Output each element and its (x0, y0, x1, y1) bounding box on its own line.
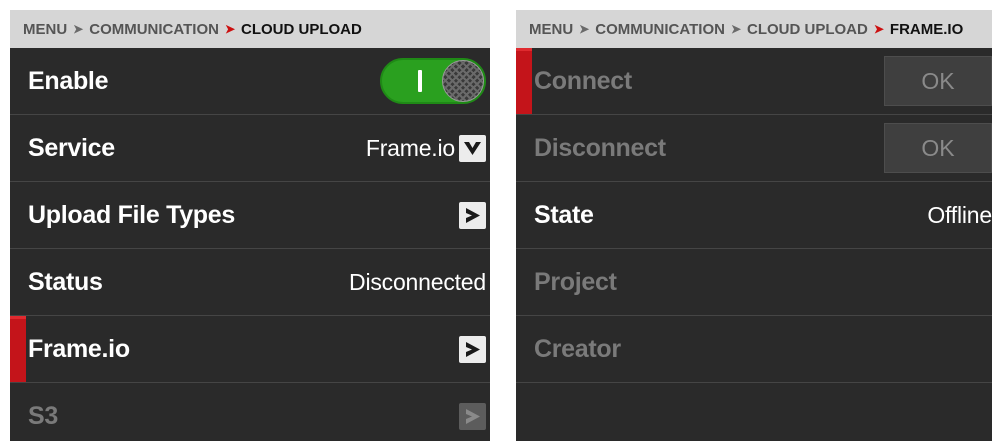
creator-label: Creator (534, 334, 621, 363)
toggle-knob[interactable] (442, 60, 484, 102)
status-label: Status (28, 267, 103, 296)
cloud-upload-menu-panel: MENU ➤ COMMUNICATION ➤ CLOUD UPLOAD Enab… (10, 10, 490, 441)
breadcrumb-separator-icon: ➤ (730, 22, 742, 36)
creator-row: Creator (516, 316, 992, 383)
disconnect-row: Disconnect OK (516, 115, 992, 182)
breadcrumb-separator-icon: ➤ (224, 22, 236, 36)
breadcrumb-separator-icon: ➤ (579, 22, 590, 36)
breadcrumb: MENU ➤ COMMUNICATION ➤ CLOUD UPLOAD (10, 10, 490, 48)
status-value: Disconnected (349, 268, 486, 295)
frameio-label: Frame.io (28, 334, 130, 363)
disconnect-ok-button[interactable]: OK (884, 123, 992, 173)
status-row: Status Disconnected (10, 249, 490, 316)
s3-label: S3 (28, 401, 58, 430)
breadcrumb-item-menu[interactable]: MENU (529, 21, 573, 38)
connect-row: Connect OK (516, 48, 992, 115)
breadcrumb-item-communication[interactable]: COMMUNICATION (89, 21, 219, 38)
frameio-menu-panel: MENU ➤ COMMUNICATION ➤ CLOUD UPLOAD ➤ FR… (516, 10, 992, 441)
selection-marker (10, 316, 26, 382)
frameio-row[interactable]: Frame.io (10, 316, 490, 383)
breadcrumb-item-communication[interactable]: COMMUNICATION (595, 21, 725, 38)
state-label: State (534, 200, 594, 229)
selection-marker (516, 48, 532, 114)
chevron-down-icon[interactable] (459, 134, 486, 162)
toggle-on-indicator-icon (418, 70, 422, 92)
service-label: Service (28, 133, 115, 162)
breadcrumb-current: FRAME.IO (889, 20, 964, 38)
enable-row[interactable]: Enable (10, 48, 490, 115)
upload-file-types-label: Upload File Types (28, 200, 235, 229)
chevron-right-icon[interactable] (459, 201, 486, 229)
state-row: State Offline (516, 182, 992, 249)
breadcrumb-current: CLOUD UPLOAD (241, 20, 362, 38)
project-row: Project (516, 249, 992, 316)
chevron-right-icon (459, 402, 486, 430)
upload-file-types-row[interactable]: Upload File Types (10, 182, 490, 249)
breadcrumb-separator-icon: ➤ (73, 22, 84, 36)
enable-toggle[interactable] (380, 58, 486, 104)
breadcrumb-item-cloud-upload[interactable]: CLOUD UPLOAD (747, 21, 868, 38)
s3-row: S3 (10, 383, 490, 441)
service-value: Frame.io (365, 134, 455, 161)
chevron-right-icon[interactable] (459, 335, 486, 363)
breadcrumb-separator-icon: ➤ (873, 22, 884, 36)
service-row[interactable]: Service Frame.io (10, 115, 490, 182)
project-label: Project (534, 267, 617, 296)
enable-label: Enable (28, 66, 109, 95)
connect-ok-button[interactable]: OK (884, 56, 992, 106)
breadcrumb-item-menu[interactable]: MENU (23, 21, 67, 38)
breadcrumb: MENU ➤ COMMUNICATION ➤ CLOUD UPLOAD ➤ FR… (516, 10, 992, 48)
state-value: Offline (927, 201, 992, 228)
